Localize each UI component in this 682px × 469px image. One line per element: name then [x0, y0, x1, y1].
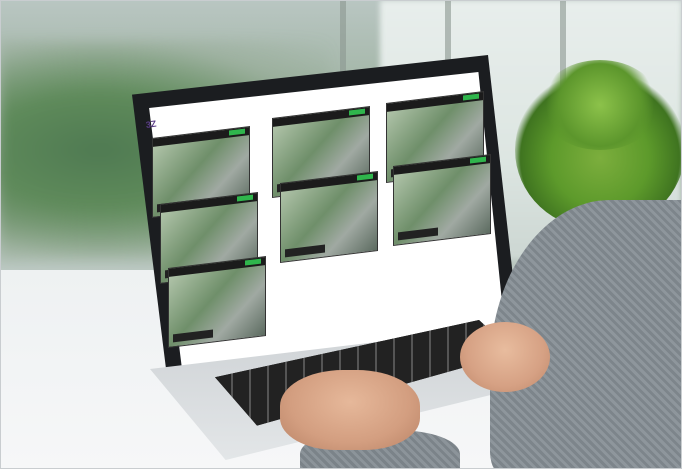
report-thumbnail — [168, 255, 266, 349]
report-thumbnail — [393, 153, 491, 247]
plant-leaves — [540, 60, 660, 150]
left-hand — [280, 370, 420, 450]
photo-scene: 3Z — [0, 0, 682, 469]
report-thumbnail — [280, 170, 378, 264]
right-hand — [460, 322, 550, 392]
